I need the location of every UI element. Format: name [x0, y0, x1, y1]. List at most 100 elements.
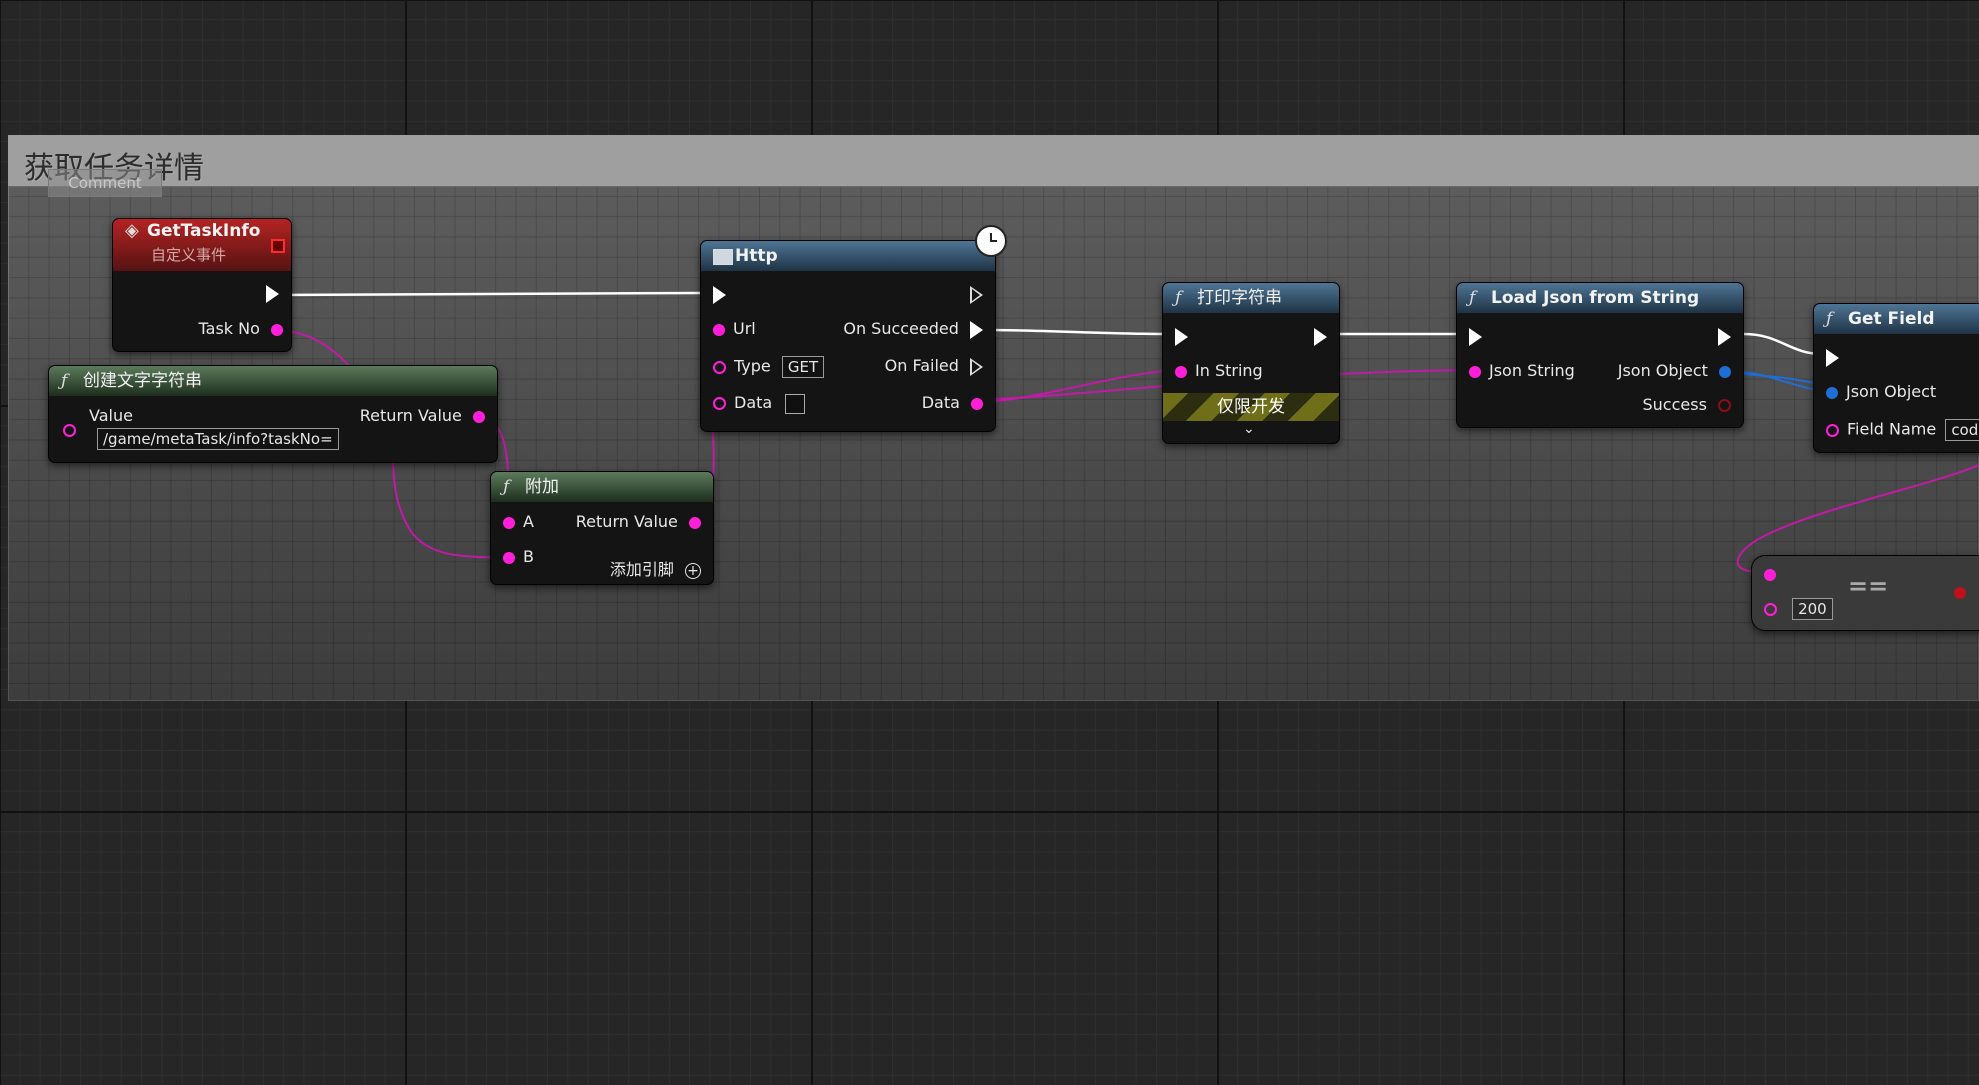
string-pin-icon	[1469, 365, 1481, 378]
pin-label: In String	[1195, 361, 1263, 380]
string-pin-icon	[689, 516, 701, 529]
node-http[interactable]: Http Url Type GET Data On Succeeded On F…	[700, 225, 1007, 432]
pin-label: Task No	[198, 319, 260, 338]
exec-out-pin[interactable]	[1718, 326, 1731, 346]
string-pin-icon	[713, 360, 726, 374]
pin-return[interactable]	[1954, 582, 1966, 601]
string-pin-icon	[503, 516, 515, 529]
pin-json-object[interactable]: Json Object	[1618, 361, 1731, 380]
add-pin-button[interactable]: 添加引脚 +	[610, 556, 701, 580]
exec-arrow-outline-icon	[970, 357, 983, 376]
development-only-banner: 仅限开发	[1163, 393, 1339, 421]
add-pin-label: 添加引脚	[609, 560, 674, 579]
string-pin-icon	[1764, 602, 1777, 616]
node-title: 附加	[525, 477, 559, 497]
plus-circle-icon: +	[685, 562, 701, 579]
latent-clock-icon	[975, 225, 1007, 257]
pin-label: Data	[921, 393, 960, 412]
node-get-field[interactable]: ƒ Get Field Json Object Field Name code	[1813, 303, 1979, 453]
exec-out-pin[interactable]	[970, 284, 983, 304]
expand-button[interactable]: ⌄	[1243, 421, 1255, 437]
string-pin-icon	[63, 424, 76, 437]
pin-b[interactable]: 200	[1764, 598, 1833, 620]
exec-in-pin[interactable]	[713, 284, 726, 304]
pin-label: A	[523, 512, 534, 531]
exec-arrow-icon	[1469, 327, 1482, 346]
pin-data-out[interactable]: Data	[922, 393, 983, 412]
node-title: Get Field	[1848, 309, 1935, 329]
pin-label: Json String	[1489, 361, 1575, 380]
node-title: Load Json from String	[1491, 288, 1700, 308]
pin-value[interactable]	[63, 406, 76, 437]
string-pin-icon	[713, 323, 725, 336]
node-print-string[interactable]: ƒ 打印字符串 In String 仅限开发 ⌄	[1162, 282, 1340, 444]
pin-label: On Succeeded	[843, 319, 959, 338]
pin-label: Url	[733, 319, 756, 338]
exec-in-pin[interactable]	[1175, 326, 1188, 346]
node-title: 创建文字字符串	[83, 371, 202, 391]
string-pin-icon	[1826, 423, 1839, 437]
exec-in-pin[interactable]	[1469, 326, 1482, 346]
pin-a[interactable]	[1764, 564, 1776, 583]
pin-a[interactable]: A	[503, 512, 534, 531]
node-get-task-info[interactable]: ◈ GetTaskInfo 自定义事件 Task No	[112, 218, 292, 352]
node-append[interactable]: ƒ 附加 A B Return Value 添加引脚 +	[490, 471, 714, 585]
pin-data[interactable]: Data	[713, 393, 806, 414]
pin-in-string[interactable]: In String	[1175, 361, 1263, 380]
exec-arrow-outline-icon	[970, 285, 983, 304]
value-b-field[interactable]: 200	[1792, 598, 1833, 620]
exec-out-pin[interactable]	[1314, 326, 1327, 346]
node-header: ◈ GetTaskInfo 自定义事件	[113, 219, 291, 271]
field-name-input[interactable]: code	[1945, 419, 1979, 441]
function-icon: ƒ	[1826, 309, 1833, 329]
exec-arrow-icon	[1718, 327, 1731, 346]
pin-success[interactable]: Success	[1643, 395, 1731, 414]
pin-on-failed[interactable]: On Failed	[885, 356, 983, 376]
exec-arrow-icon	[266, 284, 279, 303]
pin-url[interactable]: Url	[713, 319, 756, 338]
node-equal[interactable]: 200 ==	[1751, 555, 1979, 631]
exec-arrow-icon	[713, 285, 726, 304]
pin-label: Return Value	[575, 512, 678, 531]
node-header: ƒ Get Field	[1814, 304, 1979, 334]
function-icon: ƒ	[61, 371, 68, 391]
delegate-pin-icon[interactable]	[271, 239, 285, 253]
pin-return-value[interactable]: Return Value	[576, 512, 701, 531]
node-title: 打印字符串	[1197, 288, 1282, 308]
pin-type[interactable]: Type GET	[713, 356, 825, 378]
type-field[interactable]: GET	[781, 356, 825, 378]
node-header: ƒ 附加	[491, 472, 713, 502]
pin-label: Return Value	[359, 406, 462, 425]
value-input[interactable]: /game/metaTask/info?taskNo=	[97, 428, 339, 450]
http-node-icon	[713, 249, 733, 265]
data-checkbox[interactable]	[785, 393, 806, 414]
pin-json-object[interactable]: Json Object	[1826, 382, 1936, 401]
exec-in-pin[interactable]	[1826, 347, 1839, 367]
comment-header[interactable]: 获取任务详情	[8, 135, 1979, 187]
value-field[interactable]: /game/metaTask/info?taskNo=	[97, 428, 339, 450]
pin-on-succeeded[interactable]: On Succeeded	[843, 319, 983, 339]
pin-return-value[interactable]: Return Value	[360, 406, 485, 425]
object-pin-icon	[1719, 365, 1731, 378]
function-icon: ƒ	[1469, 288, 1476, 308]
bool-pin-icon	[1954, 586, 1966, 599]
exec-out-pin[interactable]	[266, 283, 279, 303]
node-make-literal-string[interactable]: ƒ 创建文字字符串 Value /game/metaTask/info?task…	[48, 365, 498, 463]
node-load-json-from-string[interactable]: ƒ Load Json from String Json String Json…	[1456, 282, 1744, 428]
pin-field-name[interactable]: Field Name code	[1826, 419, 1979, 441]
pin-label: Json Object	[1846, 382, 1937, 401]
pin-label: Type	[734, 356, 771, 376]
node-header: ƒ Load Json from String	[1457, 283, 1743, 313]
pin-label: Data	[734, 393, 773, 412]
chevron-down-icon: ⌄	[1243, 421, 1255, 437]
pin-task-no[interactable]: Task No	[199, 319, 283, 338]
exec-arrow-icon	[1314, 327, 1327, 346]
function-icon: ƒ	[1175, 288, 1182, 308]
pin-json-string[interactable]: Json String	[1469, 361, 1575, 380]
string-pin-icon	[503, 551, 515, 564]
node-header: ƒ 创建文字字符串	[49, 366, 497, 396]
pin-label: On Failed	[884, 356, 959, 375]
pin-b[interactable]: B	[503, 547, 534, 566]
equal-operator: ==	[1848, 572, 1889, 600]
pin-value-label: Value	[89, 406, 133, 425]
